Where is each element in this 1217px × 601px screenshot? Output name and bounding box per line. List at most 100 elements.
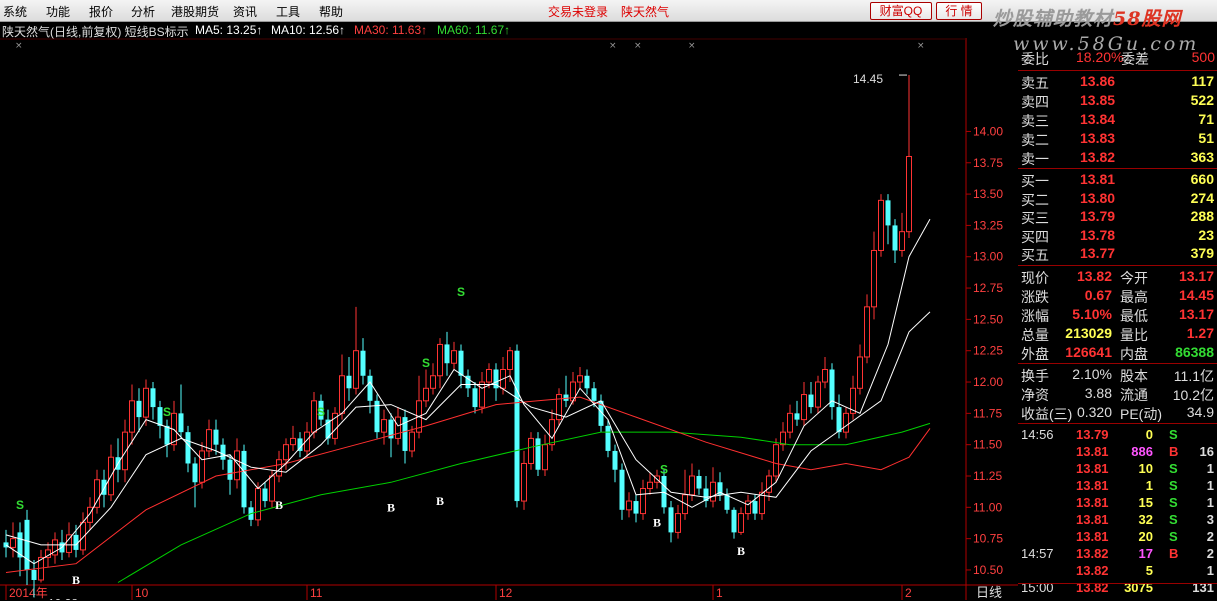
ask-level-row[interactable]: 卖一 13.82 363 [1018, 148, 1217, 167]
sell-signal: S [163, 405, 171, 419]
stat-value: 86388 [1175, 343, 1214, 360]
buy-signal: B [436, 494, 444, 508]
ask-level-row[interactable]: 卖二 13.83 51 [1018, 129, 1217, 148]
quote-panel: 委比 18.20% 委差 500 卖五 13.86 117 卖四 13.85 522 卖三 13.84… [1018, 49, 1217, 600]
stat-value: 0.320 [1076, 403, 1112, 420]
stat-value: 0.67 [1084, 286, 1112, 303]
candle-body-down [731, 509, 737, 533]
ask-price: 13.82 [1080, 149, 1116, 165]
stat-value: 1.27 [1186, 324, 1214, 341]
value: 500 [1191, 49, 1215, 65]
marker-cross-icon: × [609, 41, 617, 51]
menu-tools[interactable]: 工具 [276, 3, 300, 20]
tick-row: 13.81 886 B 16 [1018, 443, 1217, 460]
stat-value: 10.2亿 [1172, 386, 1214, 403]
tick-price: 13.81 [1076, 528, 1109, 544]
ask-price: 13.84 [1080, 111, 1116, 127]
candle-body-up [486, 368, 492, 383]
buy-signal: B [72, 573, 80, 587]
menu-news[interactable]: 资讯 [233, 3, 257, 20]
tick-time: 15:00 [1021, 579, 1054, 595]
stat-value: 126641 [1065, 343, 1112, 360]
high-price-label: 14.45 [853, 72, 883, 86]
quote-stat-row: 总量 213029 量比 1.27 [1018, 324, 1217, 343]
tick-side: S [1169, 528, 1178, 544]
y-tick-label: 11.00 [973, 500, 1002, 514]
tick-volume: 1 [1145, 477, 1153, 493]
tick-count: 3 [1206, 511, 1214, 527]
ask-volume: 522 [1190, 92, 1214, 108]
candle-body-up [479, 381, 485, 408]
candle-body-down [185, 432, 191, 464]
level-label: 卖三 [1021, 113, 1049, 129]
candle-body-up [780, 431, 786, 446]
menu-system[interactable]: 系统 [3, 3, 27, 20]
caifu-qq-button[interactable]: 财富QQ [870, 2, 932, 20]
ask-level-row[interactable]: 卖三 13.84 71 [1018, 110, 1217, 129]
y-tick-label: 13.25 [973, 218, 1003, 232]
bid-volume: 274 [1190, 189, 1214, 206]
candle-body-up [878, 199, 884, 251]
menu-quote[interactable]: 报价 [89, 3, 113, 20]
candle-body-up [773, 444, 779, 477]
candle-body-down [227, 459, 233, 480]
marker-cross-icon: × [917, 41, 925, 51]
stat-label: 股本 [1120, 367, 1148, 384]
ask-level-row[interactable]: 卖五 13.86 117 [1018, 72, 1217, 91]
candle-body-up [710, 481, 716, 502]
bid-level-row[interactable]: 买一 13.81 660 [1018, 170, 1217, 189]
tick-volume: 20 [1138, 528, 1153, 544]
bid-level-row[interactable]: 买二 13.80 274 [1018, 189, 1217, 208]
candle-body-up [675, 513, 681, 533]
stat-value: 5.10% [1072, 305, 1112, 322]
tick-count: 131 [1192, 579, 1214, 595]
sell-signal: S [660, 463, 668, 477]
bid-price: 13.79 [1080, 208, 1116, 224]
tick-volume: 17 [1138, 545, 1153, 561]
tick-price: 13.81 [1076, 494, 1109, 510]
period-label[interactable]: 日线 [976, 582, 1002, 601]
candle-body-up [129, 400, 135, 433]
menu-function[interactable]: 功能 [46, 3, 70, 20]
ask-level-row[interactable]: 卖四 13.85 522 [1018, 91, 1217, 110]
sell-signal: S [422, 356, 430, 370]
candle-body-down [514, 350, 520, 502]
bid-price: 13.81 [1080, 171, 1116, 187]
candle-body-up [640, 488, 646, 515]
candle-body-up [822, 368, 828, 383]
menu-hk-futures[interactable]: 港股期货 [171, 3, 219, 20]
quote-button[interactable]: 行 情 [936, 2, 982, 20]
bid-volume: 660 [1190, 171, 1214, 187]
candle-body-down [241, 450, 247, 508]
y-tick-label: 12.50 [973, 312, 1003, 326]
bid-level-row[interactable]: 买三 13.79 288 [1018, 207, 1217, 226]
marker-cross-icon: × [688, 41, 696, 51]
stat-label: 换手 [1021, 367, 1049, 384]
candle-body-up [437, 343, 443, 377]
tick-side: S [1169, 460, 1178, 476]
candle-body-up [647, 481, 653, 490]
stat-value: 13.82 [1076, 267, 1112, 284]
bid-price: 13.78 [1080, 226, 1116, 243]
menu-help[interactable]: 帮助 [319, 3, 343, 20]
candle-body-down [612, 450, 618, 470]
candle-body-down [213, 429, 219, 445]
y-tick-label: 13.50 [973, 187, 1003, 201]
sell-signal: S [16, 498, 24, 512]
menu-analysis[interactable]: 分析 [131, 3, 155, 20]
quote-stat-row: 涨幅 5.10% 最低 13.17 [1018, 305, 1217, 324]
tick-volume: 3075 [1124, 579, 1153, 595]
order-ratio-row: 委比 18.20% 委差 500 [1018, 48, 1217, 67]
bid-level-row[interactable]: 买四 13.78 23 [1018, 226, 1217, 245]
candle-body-up [353, 350, 359, 389]
panel-divider [1018, 70, 1217, 71]
kline-chart[interactable]: 14.00 13.75 13.50 13.25 13.00 12.75 12.50 12.25… [0, 38, 1018, 600]
stat-value: 213029 [1065, 324, 1112, 341]
candle-body-down [892, 225, 898, 251]
candle-body-down [584, 375, 590, 389]
candle-body-up [269, 475, 275, 502]
y-tick-label: 11.25 [973, 469, 1002, 483]
bid-level-row[interactable]: 买五 13.77 379 [1018, 244, 1217, 263]
tick-price: 13.81 [1076, 460, 1109, 476]
stat-label: 量比 [1120, 326, 1148, 343]
